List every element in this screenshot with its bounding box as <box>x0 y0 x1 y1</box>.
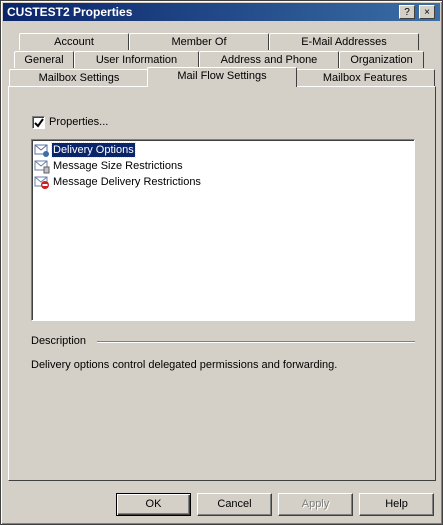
description-heading: Description <box>31 335 87 347</box>
tab-account[interactable]: Account <box>19 33 129 50</box>
close-button[interactable]: × <box>419 5 435 19</box>
list-item-label: Message Delivery Restrictions <box>53 176 201 188</box>
tab-address-and-phone[interactable]: Address and Phone <box>199 51 339 68</box>
ok-button[interactable]: OK <box>116 493 191 516</box>
help-title-button[interactable]: ? <box>399 5 415 19</box>
mail-flow-settings-panel: Properties... Delivery Options Message S… <box>8 86 436 481</box>
tab-organization[interactable]: Organization <box>339 51 424 68</box>
description-text: Delivery options control delegated permi… <box>31 359 338 371</box>
message-size-icon <box>34 158 50 174</box>
properties-dialog: CUSTEST2 Properties ? × Account Member O… <box>0 0 443 525</box>
properties-label[interactable]: Properties... <box>49 116 108 128</box>
checkmark-icon <box>34 118 44 128</box>
properties-checkbox[interactable] <box>32 116 45 129</box>
title-bar[interactable]: CUSTEST2 Properties ? × <box>3 3 440 21</box>
tab-mail-flow-settings[interactable]: Mail Flow Settings <box>147 67 297 87</box>
tab-email-addresses[interactable]: E-Mail Addresses <box>269 33 419 50</box>
window-title: CUSTEST2 Properties <box>7 5 133 19</box>
tab-general[interactable]: General <box>14 51 74 68</box>
tab-mailbox-settings[interactable]: Mailbox Settings <box>9 69 149 86</box>
list-item-label: Message Size Restrictions <box>53 160 183 172</box>
cancel-button[interactable]: Cancel <box>197 493 272 516</box>
delivery-restrictions-icon <box>34 174 50 190</box>
tab-user-information[interactable]: User Information <box>74 51 199 68</box>
delivery-options-icon <box>34 142 50 158</box>
mail-flow-list[interactable]: Delivery Options Message Size Restrictio… <box>31 139 415 321</box>
apply-button[interactable]: Apply <box>278 493 353 516</box>
tab-member-of[interactable]: Member Of <box>129 33 269 50</box>
tab-mailbox-features[interactable]: Mailbox Features <box>295 69 435 86</box>
description-divider <box>97 341 415 343</box>
help-button[interactable]: Help <box>359 493 434 516</box>
list-item-label: Delivery Options <box>51 142 136 158</box>
